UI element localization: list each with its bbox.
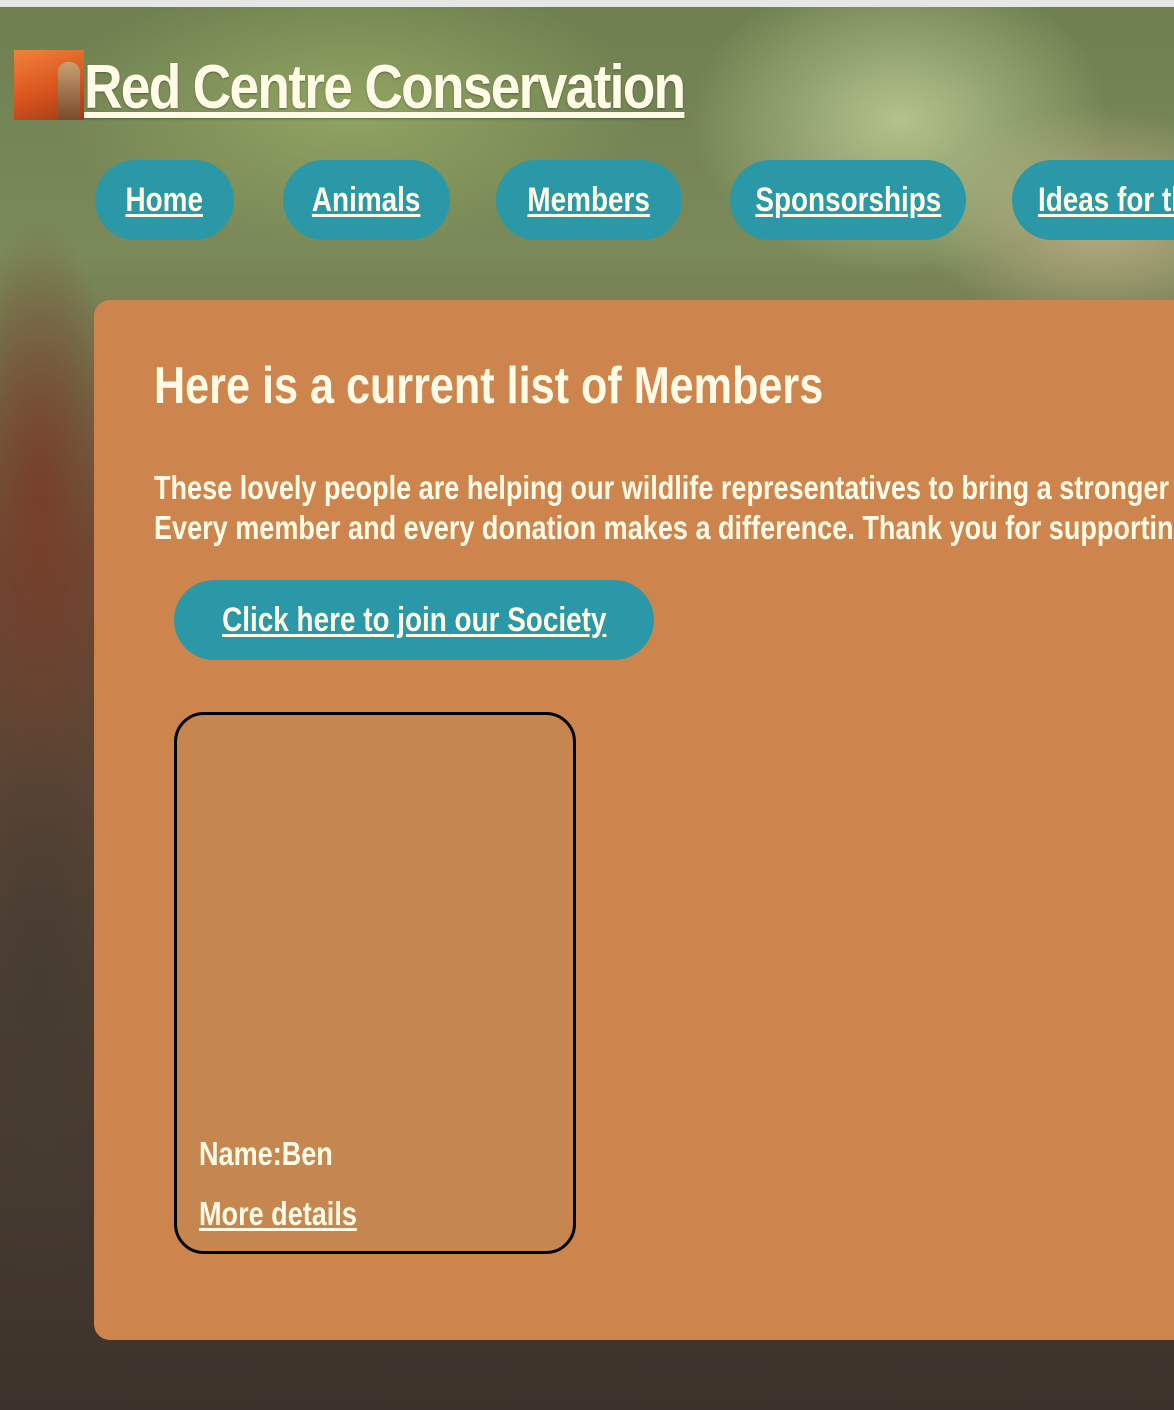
intro-text: These lovely people are helping our wild… (154, 468, 1174, 548)
site-brand[interactable]: Red Centre Conservation (14, 50, 782, 124)
intro-line-1: These lovely people are helping our wild… (154, 469, 1174, 506)
join-society-label: Click here to join our Society (221, 600, 607, 639)
site-title-link[interactable]: Red Centre Conservation (84, 52, 686, 124)
nav-home[interactable]: Home (95, 160, 234, 240)
nav-animals-label: Animals (312, 180, 421, 219)
nav-members-label: Members (527, 180, 651, 219)
browser-edge (0, 0, 1174, 7)
nav-home-label: Home (125, 180, 204, 219)
members-panel: Here is a current list of Members These … (94, 300, 1174, 1340)
nav-ideas-label: Ideas for th (1038, 180, 1174, 219)
member-card: Name:Ben More details (174, 712, 576, 1254)
more-details-link[interactable]: More details (199, 1195, 357, 1233)
main-nav: Home Animals Members Sponsorships Ideas … (0, 160, 1174, 240)
nav-members[interactable]: Members (496, 160, 682, 240)
nav-sponsorships-label: Sponsorships (755, 180, 941, 219)
join-society-button[interactable]: Click here to join our Society (174, 580, 654, 660)
member-name: Name:Ben (199, 1135, 333, 1172)
page-title: Here is a current list of Members (154, 357, 824, 415)
intro-line-2: Every member and every donation makes a … (154, 509, 1174, 546)
nav-animals[interactable]: Animals (283, 160, 450, 240)
nav-ideas[interactable]: Ideas for th (1012, 160, 1174, 240)
nav-sponsorships[interactable]: Sponsorships (730, 160, 966, 240)
site-logo[interactable] (14, 50, 84, 120)
